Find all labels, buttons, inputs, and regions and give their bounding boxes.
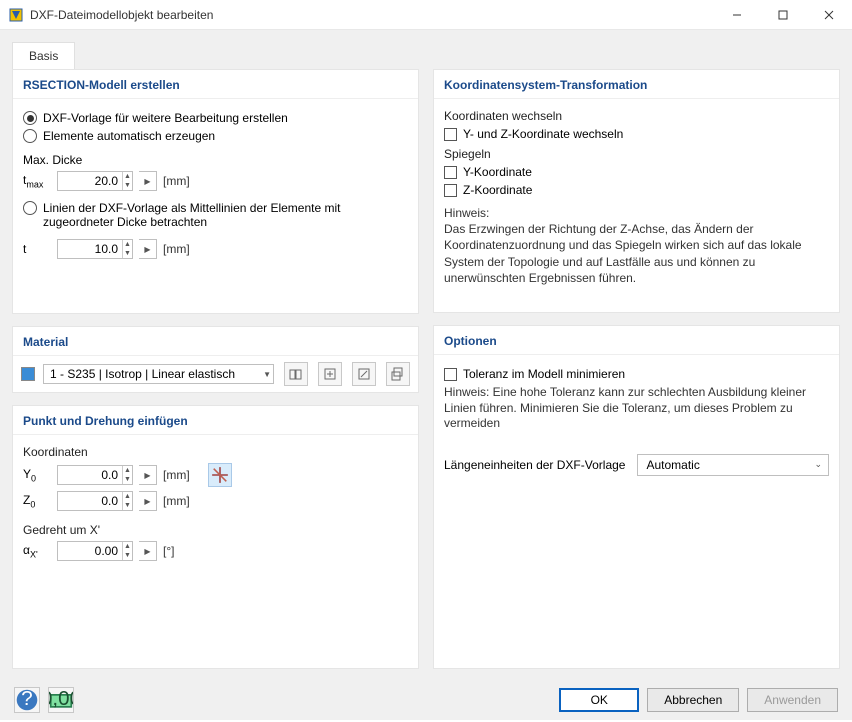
minimize-button[interactable] [714,0,760,30]
mirror-label: Spiegeln [444,147,829,161]
svg-text:0,00: 0,00 [49,688,73,710]
units-button[interactable]: 0,00 [48,687,74,713]
z0-unit: [mm] [163,494,190,508]
t-var: t [23,242,51,256]
y0-unit: [mm] [163,468,190,482]
z0-spinbox[interactable]: ▲▼ [57,491,133,511]
apply-button[interactable]: Anwenden [747,688,838,712]
panel-insert: Punkt und Drehung einfügen Koordinaten Y… [12,405,419,669]
chk-mirror-y-label: Y-Koordinate [463,165,532,179]
material-swatch [21,367,35,381]
spin-up-icon[interactable]: ▲ [123,492,132,501]
library-button[interactable] [284,362,308,386]
t-input[interactable] [58,240,122,258]
spin-up-icon[interactable]: ▲ [123,240,132,249]
length-units-value: Automatic [646,458,699,472]
t-unit: [mm] [163,242,190,256]
maximize-button[interactable] [760,0,806,30]
chk-min-tolerance[interactable] [444,368,457,381]
spin-down-icon[interactable]: ▼ [123,249,132,258]
panel-coord-transform: Koordinatensystem-Transformation Koordin… [433,69,840,313]
spin-down-icon[interactable]: ▼ [123,551,132,560]
app-icon [8,7,24,23]
alphax-var: αX' [23,543,51,559]
panel-rsection: RSECTION-Modell erstellen DXF-Vorlage fü… [12,69,419,314]
spin-down-icon[interactable]: ▼ [123,181,132,190]
ok-button[interactable]: OK [559,688,639,712]
material-value: 1 - S235 | Isotrop | Linear elastisch [50,367,235,381]
tabstrip: Basis [12,42,840,69]
panel-rsection-title: RSECTION-Modell erstellen [13,70,418,99]
panel-material-title: Material [13,327,418,356]
y0-input[interactable] [58,466,122,484]
tolerance-hint: Hinweis: Eine hohe Toleranz kann zur sch… [444,385,829,432]
note-heading: Hinweis: [444,206,489,220]
alphax-spinbox[interactable]: ▲▼ [57,541,133,561]
panel-coord-transform-title: Koordinatensystem-Transformation [434,70,839,99]
tab-basis[interactable]: Basis [12,42,75,69]
tmax-var: tmax [23,173,51,189]
panel-options: Optionen Toleranz im Modell minimieren H… [433,325,840,669]
panel-options-title: Optionen [434,326,839,355]
help-button[interactable]: ? [14,687,40,713]
alphax-menu-button[interactable]: ▶ [139,541,157,561]
spin-up-icon[interactable]: ▲ [123,466,132,475]
pick-point-button[interactable] [208,463,232,487]
panel-insert-title: Punkt und Drehung einfügen [13,406,418,435]
alphax-unit: [°] [163,544,174,558]
chk-min-tolerance-label: Toleranz im Modell minimieren [463,367,625,381]
alphax-input[interactable] [58,542,122,560]
cancel-button[interactable]: Abbrechen [647,688,739,712]
radio-midlines-label-1: Linien der DXF-Vorlage als Mittellinien … [43,201,340,215]
titlebar: DXF-Dateimodellobjekt bearbeiten [0,0,852,30]
radio-auto-elements-label: Elemente automatisch erzeugen [43,129,215,143]
radio-template[interactable] [23,111,37,125]
window-title: DXF-Dateimodellobjekt bearbeiten [30,8,714,22]
close-button[interactable] [806,0,852,30]
spin-up-icon[interactable]: ▲ [123,172,132,181]
chk-mirror-z-label: Z-Koordinate [463,183,532,197]
t-menu-button[interactable]: ▶ [139,239,157,259]
z0-var: Z0 [23,493,51,509]
footer: ? 0,00 OK Abbrechen Anwenden [0,680,852,720]
spin-down-icon[interactable]: ▼ [123,475,132,484]
y0-var: Y0 [23,467,51,483]
radio-template-label: DXF-Vorlage für weitere Bearbeitung erst… [43,111,288,125]
material-select[interactable]: 1 - S235 | Isotrop | Linear elastisch ▼ [43,364,274,384]
chk-mirror-z[interactable] [444,184,457,197]
maxdicke-label: Max. Dicke [23,153,82,167]
length-units-label: Längeneinheiten der DXF-Vorlage [444,458,625,472]
y0-spinbox[interactable]: ▲▼ [57,465,133,485]
swap-coords-label: Koordinaten wechseln [444,109,829,123]
koord-label: Koordinaten [23,445,408,459]
svg-text:?: ? [21,688,32,710]
radio-midlines-label-2: zugeordneter Dicke betrachten [43,215,340,229]
new-button[interactable] [318,362,342,386]
chk-swap-yz-label: Y- und Z-Koordinate wechseln [463,127,623,141]
y0-menu-button[interactable]: ▶ [139,465,157,485]
tmax-menu-button[interactable]: ▶ [139,171,157,191]
z0-input[interactable] [58,492,122,510]
chk-swap-yz[interactable] [444,128,457,141]
radio-auto-elements[interactable] [23,129,37,143]
chevron-down-icon: ▼ [263,370,271,379]
tmax-input[interactable] [58,172,122,190]
spin-down-icon[interactable]: ▼ [123,501,132,510]
tmax-spinbox[interactable]: ▲▼ [57,171,133,191]
panel-material: Material 1 - S235 | Isotrop | Linear ela… [12,326,419,393]
spin-up-icon[interactable]: ▲ [123,542,132,551]
radio-midlines[interactable] [23,201,37,215]
rotation-label: Gedreht um X' [23,523,408,537]
copy-button[interactable] [386,362,410,386]
t-spinbox[interactable]: ▲▼ [57,239,133,259]
note-text: Das Erzwingen der Richtung der Z-Achse, … [444,222,802,285]
chevron-down-icon: ⌄ [814,459,822,470]
length-units-select[interactable]: Automatic ⌄ [637,454,829,476]
edit-button[interactable] [352,362,376,386]
tmax-unit: [mm] [163,174,190,188]
z0-menu-button[interactable]: ▶ [139,491,157,511]
chk-mirror-y[interactable] [444,166,457,179]
